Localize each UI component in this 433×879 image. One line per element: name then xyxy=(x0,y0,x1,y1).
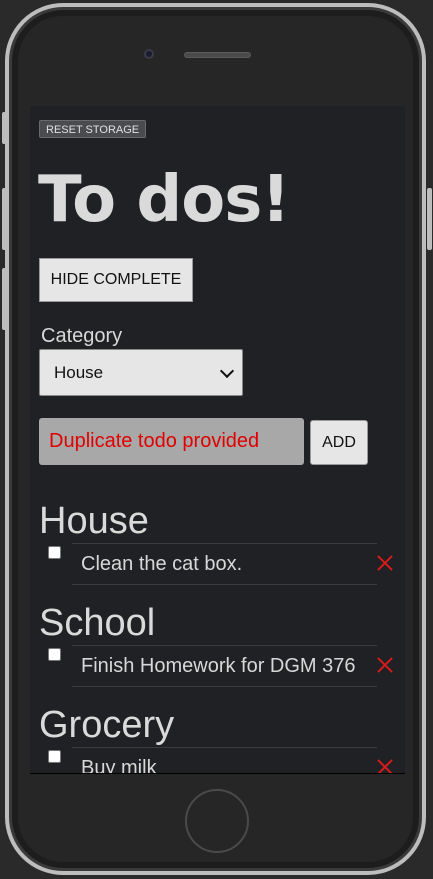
power-button xyxy=(427,188,432,250)
group-title: Grocery xyxy=(39,704,175,746)
volume-down-button xyxy=(2,268,7,330)
category-select[interactable]: House xyxy=(39,349,243,396)
todo-checkbox[interactable] xyxy=(48,648,61,661)
todo-item: Clean the cat box. xyxy=(72,543,377,585)
reset-storage-button[interactable]: RESET STORAGE xyxy=(39,120,147,138)
front-camera xyxy=(144,49,154,59)
hide-complete-button[interactable]: HIDE COMPLETE xyxy=(39,258,193,302)
todo-item: Finish Homework for DGM 376 xyxy=(72,645,377,687)
group-title: School xyxy=(39,602,156,644)
earpiece-speaker xyxy=(184,52,251,58)
close-icon[interactable] xyxy=(376,554,394,572)
mute-switch xyxy=(2,112,7,144)
todo-text: Clean the cat box. xyxy=(81,552,243,575)
todo-checkbox[interactable] xyxy=(48,750,61,763)
todo-text: Finish Homework for DGM 376 xyxy=(81,654,356,677)
home-button[interactable] xyxy=(185,789,249,853)
add-todo-button[interactable]: ADD xyxy=(310,420,368,465)
todo-text: Buy milk xyxy=(81,756,157,774)
close-icon[interactable] xyxy=(376,656,394,674)
group-title: House xyxy=(39,500,149,542)
todo-item: Buy milk xyxy=(72,747,377,774)
volume-up-button xyxy=(2,188,7,250)
close-icon[interactable] xyxy=(376,758,394,773)
category-label: Category xyxy=(41,325,123,347)
app-screen: RESET STORAGE To dos! HIDE COMPLETE Cate… xyxy=(30,106,405,774)
chevron-down-icon xyxy=(219,363,235,378)
category-selected-value: House xyxy=(54,362,104,382)
todo-input-value: Duplicate todo provided xyxy=(49,430,260,452)
page-title: To dos! xyxy=(38,163,290,237)
todo-input[interactable]: Duplicate todo provided xyxy=(39,418,304,465)
todo-checkbox[interactable] xyxy=(48,546,61,559)
